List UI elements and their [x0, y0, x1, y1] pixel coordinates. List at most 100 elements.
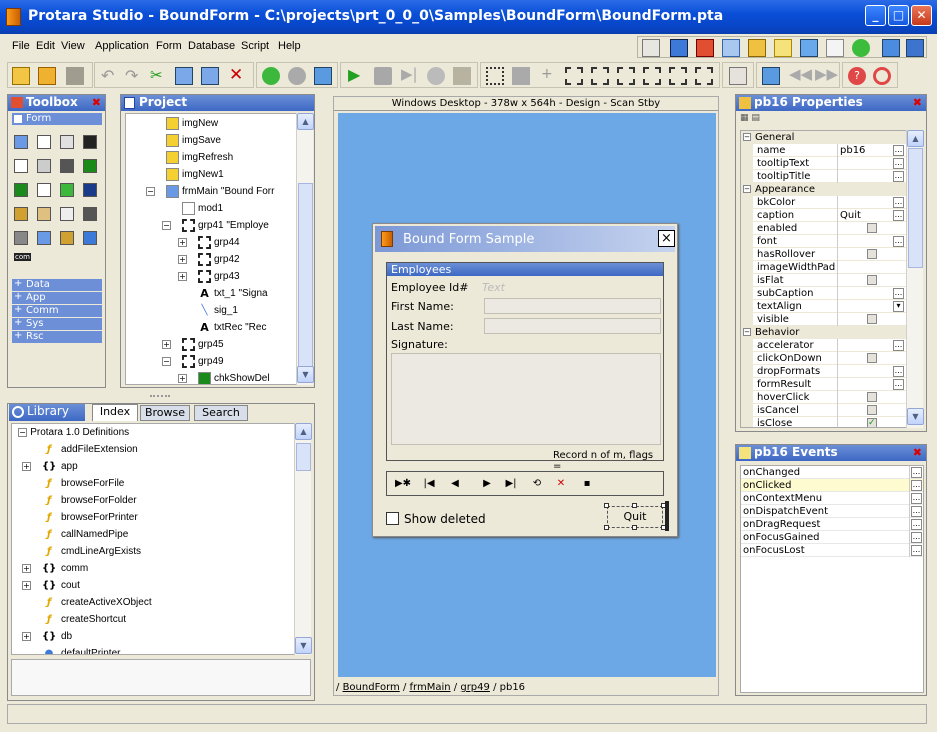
sort-category-icon[interactable]: ▦ [740, 113, 749, 123]
tree-item[interactable]: + grp43 [178, 268, 240, 285]
refresh-icon[interactable] [762, 67, 780, 85]
splitter-grip[interactable] [150, 395, 170, 397]
help-icon[interactable]: ? [848, 67, 866, 85]
run-status-icon[interactable] [852, 39, 870, 57]
page-icon[interactable] [826, 39, 844, 57]
property-row[interactable]: enabled [741, 222, 907, 235]
spinner-control-icon[interactable] [37, 183, 51, 197]
ellipsis-button[interactable]: ... [893, 340, 904, 351]
list-item[interactable]: + {} db [22, 628, 72, 645]
tree-item[interactable]: + grp42 [178, 251, 240, 268]
tree-item[interactable]: − frmMain "Bound Forr [146, 183, 274, 200]
property-row[interactable]: imageWidthPad [741, 261, 907, 274]
tree-item[interactable]: imgRefresh [166, 149, 233, 166]
save-icon[interactable] [66, 67, 84, 85]
image-control-icon[interactable] [60, 207, 74, 221]
list-item[interactable]: ƒ createShortcut [42, 611, 126, 628]
rewind-icon[interactable]: ◀◀ [789, 65, 812, 83]
collapse-icon[interactable]: − [743, 185, 751, 193]
back-icon[interactable] [262, 67, 280, 85]
stop-icon[interactable] [374, 67, 392, 85]
property-row[interactable]: caption Quit... [741, 209, 907, 222]
scroll-thumb[interactable] [298, 183, 313, 373]
delete-icon[interactable]: ✕ [229, 65, 243, 85]
tree-item[interactable]: + grp45 [162, 336, 224, 353]
property-row[interactable]: subCaption... [741, 287, 907, 300]
label-control-icon[interactable] [83, 135, 97, 149]
property-row[interactable]: accelerator... [741, 339, 907, 352]
list-item[interactable]: ƒ cmdLineArgExists [42, 543, 141, 560]
list-item[interactable]: + {} app [22, 458, 78, 475]
properties-pane-icon[interactable] [748, 39, 766, 57]
property-row[interactable]: dropFormats... [741, 365, 907, 378]
calendar-control-icon[interactable] [37, 231, 51, 245]
property-checkbox[interactable] [867, 405, 877, 415]
align-center-icon[interactable] [591, 67, 609, 85]
property-row[interactable]: formResult... [741, 378, 907, 391]
ellipsis-button[interactable]: ... [911, 493, 922, 504]
list-control-icon[interactable] [14, 135, 28, 149]
ellipsis-button[interactable]: ... [893, 236, 904, 247]
save-layout-icon[interactable] [882, 39, 900, 57]
panel-control-icon[interactable] [60, 231, 74, 245]
tree-item[interactable]: + chkShowDel [178, 370, 270, 384]
maximize-button[interactable]: □ [888, 5, 909, 26]
property-checkbox[interactable] [867, 223, 877, 233]
expand-icon[interactable]: + [22, 462, 31, 471]
toolbox-group-rsc[interactable]: Rsc [12, 330, 102, 343]
same-size-icon[interactable] [695, 67, 713, 85]
event-row[interactable]: onFocusGained... [741, 531, 923, 544]
property-row[interactable]: isFlat [741, 274, 907, 287]
ellipsis-button[interactable]: ... [893, 210, 904, 221]
library-root[interactable]: − Protara 1.0 Definitions [18, 424, 129, 441]
toolbox-group-app[interactable]: App [12, 291, 102, 304]
property-row[interactable]: bkColor... [741, 196, 907, 209]
property-row[interactable]: isClose ✓ [741, 417, 907, 427]
expand-icon[interactable]: + [22, 632, 31, 641]
grid-icon[interactable] [486, 67, 504, 85]
redo-icon[interactable]: ↷ [125, 66, 138, 85]
step-over-icon[interactable] [427, 67, 445, 85]
scroll-thumb[interactable] [296, 443, 311, 471]
chevron-down-icon[interactable]: ▾ [893, 301, 904, 312]
resize-handle[interactable] [604, 503, 609, 508]
expand-icon[interactable]: + [178, 255, 187, 264]
first-record-icon[interactable]: |◀ [417, 475, 441, 493]
last-name-field[interactable] [484, 318, 661, 334]
property-section[interactable]: − Appearance [741, 183, 907, 196]
ellipsis-button[interactable]: ... [911, 467, 922, 478]
menu-application[interactable]: Application [95, 40, 149, 52]
property-checkbox[interactable]: ✓ [867, 418, 877, 427]
toolbox-close-icon[interactable]: ✖ [92, 95, 101, 110]
property-row[interactable]: visible [741, 313, 907, 326]
new-file-icon[interactable] [12, 67, 30, 85]
property-value[interactable]: pb16 [840, 144, 865, 157]
property-row[interactable]: isCancel [741, 404, 907, 417]
scroll-down-icon[interactable]: ▼ [907, 408, 924, 425]
property-row[interactable]: tooltipTitle... [741, 170, 907, 183]
property-section[interactable]: − Behavior [741, 326, 907, 339]
project-pane-icon[interactable] [670, 39, 688, 57]
expand-icon[interactable]: + [162, 340, 171, 349]
scroll-down-icon[interactable]: ▼ [297, 366, 314, 383]
property-row[interactable]: hasRollover [741, 248, 907, 261]
tree-item[interactable]: AtxtRec "Rec [198, 319, 266, 336]
ellipsis-button[interactable]: ... [911, 532, 922, 543]
scroll-up-icon[interactable]: ▲ [297, 113, 314, 130]
ellipsis-button[interactable]: ... [911, 519, 922, 530]
toolbox-tab-form[interactable]: Form [12, 113, 102, 125]
document-icon[interactable] [729, 67, 747, 85]
collapse-icon[interactable]: − [146, 187, 155, 196]
same-width-icon[interactable] [643, 67, 661, 85]
toolbox-group-data[interactable]: Data [12, 278, 102, 291]
breadcrumb-boundform[interactable]: BoundForm [343, 682, 400, 693]
property-checkbox[interactable] [867, 314, 877, 324]
events-close-icon[interactable]: ✖ [913, 445, 922, 460]
prev-record-icon[interactable]: ◀ [443, 475, 467, 493]
minimize-button[interactable]: _ [865, 5, 886, 26]
list-item[interactable]: ƒ addFileExtension [42, 441, 138, 458]
list-item[interactable]: ƒ browseForFile [42, 475, 125, 492]
scroll-up-icon[interactable]: ▲ [295, 423, 312, 440]
property-value[interactable]: Quit [840, 209, 861, 222]
align-left-icon[interactable] [565, 67, 583, 85]
